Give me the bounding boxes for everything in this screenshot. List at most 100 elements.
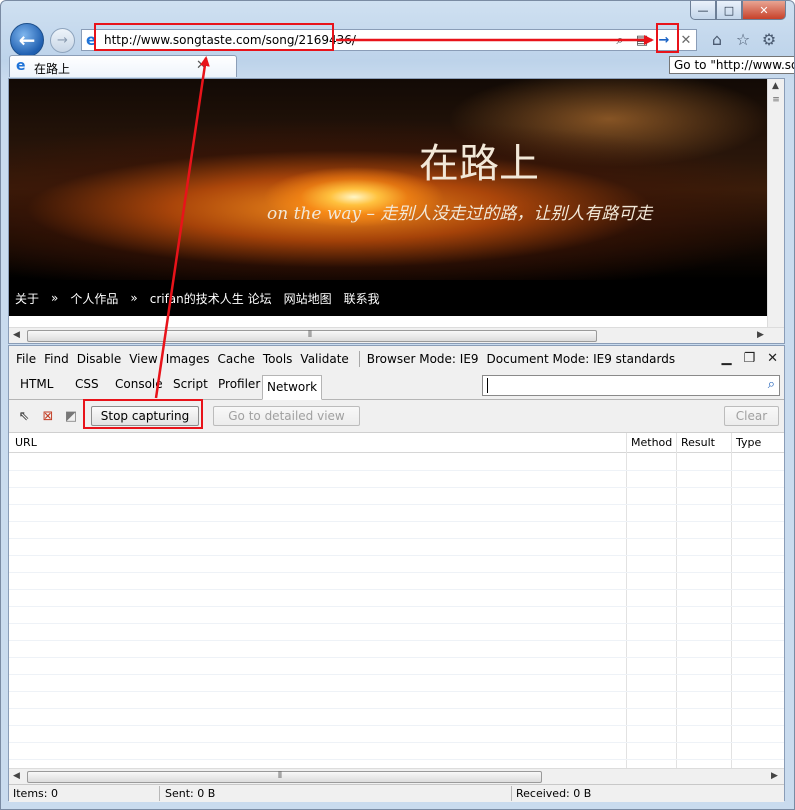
tab-network[interactable]: Network — [262, 375, 323, 400]
devtools-menu-bar: File Find Disable View Images Cache Tool… — [9, 346, 784, 372]
column-result[interactable]: Result — [681, 436, 715, 449]
tab-script[interactable]: Script — [173, 377, 208, 391]
grid-row-separator — [9, 504, 784, 505]
menu-find[interactable]: Find — [44, 352, 69, 366]
hero-subtitle: on the way – 走别人没走过的路，让别人有路可走 — [267, 204, 653, 224]
devtools-minimize-icon[interactable]: ▁ — [721, 351, 731, 366]
devtools-unpin-icon[interactable]: ❐ — [743, 351, 755, 366]
devtools-close-icon[interactable]: ✕ — [767, 351, 778, 366]
grid-row-separator — [9, 555, 784, 556]
column-type[interactable]: Type — [736, 436, 761, 449]
close-window-button[interactable]: ✕ — [742, 1, 786, 20]
tab-css[interactable]: CSS — [75, 377, 99, 391]
grid-row-separator — [9, 674, 784, 675]
browser-window: — □ ✕ ← → e http://www.songtaste.com/son… — [0, 0, 795, 810]
hero-title: 在路上 — [419, 141, 539, 187]
stop-capturing-button[interactable]: Stop capturing — [91, 406, 199, 426]
menu-separator — [358, 351, 360, 367]
detailed-view-button[interactable]: Go to detailed view — [213, 406, 360, 426]
grid-row-separator — [9, 487, 784, 488]
menu-images[interactable]: Images — [166, 352, 210, 366]
browser-tab[interactable]: e 在路上 ✕ — [9, 55, 237, 77]
tab-html[interactable]: HTML — [20, 377, 53, 391]
scroll-grip-icon: ⦀ — [278, 771, 282, 781]
status-divider — [511, 786, 512, 801]
menu-disable[interactable]: Disable — [77, 352, 122, 366]
search-icon[interactable]: ⌕ — [612, 31, 628, 49]
page-horizontal-scrollbar[interactable]: ◀ ⦀ ▶ — [9, 327, 784, 343]
window-caption-buttons: — □ ✕ — [690, 1, 786, 20]
menu-view[interactable]: View — [129, 352, 157, 366]
grid-row-separator — [9, 691, 784, 692]
browser-mode-menu[interactable]: Browser Mode: IE9 — [367, 352, 479, 366]
back-button[interactable]: ← — [10, 23, 44, 57]
nav-item-contact[interactable]: 联系我 — [344, 290, 380, 307]
scroll-up-arrow-icon[interactable]: ▲ — [772, 81, 779, 91]
grid-row-separator — [9, 640, 784, 641]
scroll-left-arrow-icon[interactable]: ◀ — [13, 330, 20, 340]
scroll-right-arrow-icon[interactable]: ▶ — [771, 771, 778, 781]
select-element-cursor-icon[interactable]: ⇖ — [16, 408, 32, 424]
home-icon[interactable]: ⌂ — [707, 29, 727, 49]
scroll-right-arrow-icon[interactable]: ▶ — [757, 330, 764, 340]
ie-page-icon: e — [86, 31, 97, 49]
address-bar[interactable]: e http://www.songtaste.com/song/2169436/… — [81, 29, 697, 51]
network-toolbar: ⇖ ⊠ ◩ Stop capturing Go to detailed view… — [9, 401, 784, 431]
forward-button[interactable]: → — [50, 28, 75, 53]
grid-row-separator — [9, 657, 784, 658]
column-method[interactable]: Method — [631, 436, 672, 449]
scroll-grip-icon: ⦀ — [308, 330, 312, 340]
document-mode-menu[interactable]: Document Mode: IE9 standards — [487, 352, 676, 366]
clear-cache-icon[interactable]: ⊠ — [40, 408, 56, 424]
status-sent: Sent: 0 B — [165, 787, 216, 800]
grid-row-separator — [9, 623, 784, 624]
tab-title: 在路上 — [34, 62, 71, 76]
minimize-button[interactable]: — — [690, 1, 716, 20]
nav-item-works[interactable]: 个人作品 — [70, 290, 118, 307]
grid-horizontal-scrollbar[interactable]: ◀ ⦀ ▶ — [9, 768, 784, 784]
menu-validate[interactable]: Validate — [300, 352, 348, 366]
forward-arrow-icon: → — [57, 33, 68, 48]
grid-hscroll-thumb[interactable]: ⦀ — [27, 771, 542, 783]
clear-cookies-icon[interactable]: ◩ — [63, 408, 79, 424]
search-icon[interactable]: ⌕ — [768, 377, 775, 392]
go-tooltip: Go to "http://www.songtaste.com/song/216… — [669, 56, 794, 74]
column-divider — [676, 433, 677, 768]
menu-tools[interactable]: Tools — [263, 352, 293, 366]
hero-banner: 在路上 on the way – 走别人没走过的路，让别人有路可走 — [9, 79, 767, 280]
column-url[interactable]: URL — [15, 436, 37, 449]
developer-tools-panel: File Find Disable View Images Cache Tool… — [8, 345, 785, 802]
maximize-button[interactable]: □ — [716, 1, 742, 20]
grid-row-separator — [9, 589, 784, 590]
page-vertical-scrollbar[interactable]: ▲ ≡ — [767, 79, 784, 327]
address-bar-buttons: ⌕ ▤ → ✕ — [612, 31, 694, 49]
tab-profiler[interactable]: Profiler — [218, 377, 260, 391]
menu-cache[interactable]: Cache — [218, 352, 255, 366]
nav-item-sitemap[interactable]: 网站地图 — [284, 290, 332, 307]
devtools-search-input[interactable]: ⌕ — [482, 375, 780, 396]
grid-row-separator — [9, 759, 784, 760]
page-hscroll-thumb[interactable]: ⦀ — [27, 330, 597, 342]
grid-header: URL Method Result Type — [9, 433, 784, 453]
devtools-tab-strip: HTML CSS Console Script Profiler Network… — [9, 373, 784, 400]
tab-ie-icon: e — [16, 58, 26, 74]
menu-file[interactable]: File — [16, 352, 36, 366]
back-arrow-icon: ← — [18, 28, 36, 52]
nav-item-forum[interactable]: crifan的技术人生 论坛 — [150, 290, 272, 307]
grid-row-separator — [9, 708, 784, 709]
address-url[interactable]: http://www.songtaste.com/song/2169436/ — [104, 33, 356, 47]
clear-button[interactable]: Clear — [724, 406, 779, 426]
column-divider — [626, 433, 627, 768]
tab-console[interactable]: Console — [115, 377, 163, 391]
compatibility-view-icon[interactable]: ▤ — [634, 31, 650, 49]
nav-item-about[interactable]: 关于 — [15, 290, 39, 307]
grid-row-separator — [9, 742, 784, 743]
grid-row-separator — [9, 538, 784, 539]
gear-icon[interactable]: ⚙ — [759, 29, 779, 49]
favorites-star-icon[interactable]: ☆ — [733, 29, 753, 49]
tab-close-icon[interactable]: ✕ — [196, 58, 207, 73]
stop-icon[interactable]: ✕ — [678, 31, 694, 49]
go-arrow-icon[interactable]: → — [656, 31, 672, 49]
scroll-left-arrow-icon[interactable]: ◀ — [13, 771, 20, 781]
status-divider — [159, 786, 160, 801]
